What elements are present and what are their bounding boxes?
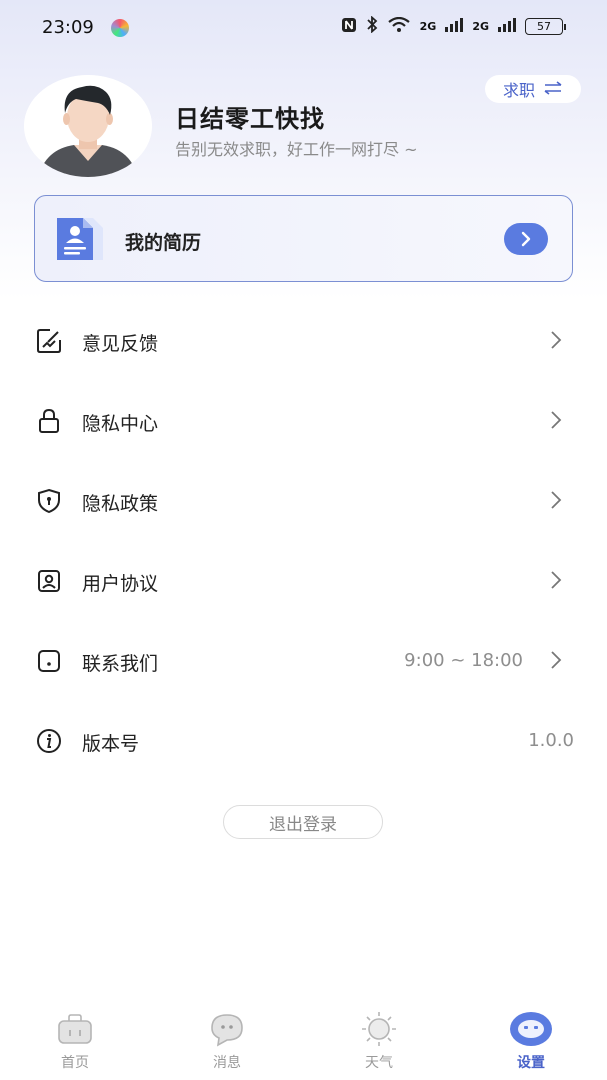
feedback-icon bbox=[36, 328, 62, 354]
shield-icon bbox=[36, 488, 62, 514]
settings-menu: 意见反馈 隐私中心 隐私政策 用户协议 联系我们 9:00 ~ 18:00 版本… bbox=[0, 300, 607, 780]
swap-icon bbox=[543, 80, 563, 99]
notification-app-icon bbox=[111, 19, 129, 37]
bluetooth-icon bbox=[366, 15, 378, 37]
chevron-right-icon bbox=[546, 489, 566, 511]
message-icon bbox=[208, 1010, 246, 1048]
resume-go-button[interactable] bbox=[504, 223, 548, 255]
settings-face-icon bbox=[510, 1010, 552, 1048]
menu-item-user-agreement[interactable]: 用户协议 bbox=[0, 540, 607, 620]
menu-label: 隐私中心 bbox=[82, 413, 159, 435]
home-briefcase-icon bbox=[56, 1010, 94, 1048]
chevron-right-icon bbox=[546, 409, 566, 431]
chevron-right-icon bbox=[546, 569, 566, 591]
avatar[interactable] bbox=[24, 75, 152, 177]
version-number: 1.0.0 bbox=[528, 730, 574, 751]
menu-label: 隐私政策 bbox=[82, 493, 159, 515]
bottom-tab-bar: 首页 消息 天气 设置 bbox=[0, 1000, 607, 1080]
user-card-icon bbox=[36, 568, 62, 594]
wifi-icon bbox=[387, 16, 411, 37]
status-time: 23:09 bbox=[42, 17, 94, 38]
menu-item-version: 版本号 1.0.0 bbox=[0, 700, 607, 780]
logout-button[interactable]: 退出登录 bbox=[223, 805, 383, 839]
tab-label: 首页 bbox=[61, 1055, 89, 1071]
profile-header: 日结零工快找 告别无效求职，好工作一网打尽 ~ 求职 bbox=[0, 56, 607, 186]
battery-indicator: 57 bbox=[525, 18, 566, 35]
chevron-right-icon bbox=[546, 329, 566, 351]
chevron-right-icon bbox=[546, 649, 566, 671]
my-resume-card[interactable]: 我的简历 bbox=[34, 195, 573, 282]
tab-home[interactable]: 首页 bbox=[15, 1000, 135, 1080]
app-name: 日结零工快找 bbox=[175, 105, 325, 133]
menu-item-privacy-center[interactable]: 隐私中心 bbox=[0, 380, 607, 460]
menu-item-contact-us[interactable]: 联系我们 9:00 ~ 18:00 bbox=[0, 620, 607, 700]
signal-icon bbox=[498, 17, 516, 36]
tab-settings[interactable]: 设置 bbox=[471, 1000, 591, 1080]
tab-label: 设置 bbox=[517, 1055, 545, 1071]
network-type-1: 2G bbox=[419, 20, 437, 33]
app-slogan: 告别无效求职，好工作一网打尽 ~ bbox=[175, 140, 418, 159]
tab-label: 天气 bbox=[365, 1055, 393, 1071]
job-mode-switch-button[interactable]: 求职 bbox=[485, 75, 581, 103]
resume-label: 我的简历 bbox=[125, 232, 202, 254]
menu-label: 用户协议 bbox=[82, 573, 159, 595]
status-icons: 2G 2G 57 bbox=[341, 15, 566, 37]
tab-label: 消息 bbox=[213, 1055, 241, 1071]
menu-label: 版本号 bbox=[82, 733, 140, 755]
menu-label: 联系我们 bbox=[82, 653, 159, 675]
menu-item-feedback[interactable]: 意见反馈 bbox=[0, 300, 607, 380]
menu-item-privacy-policy[interactable]: 隐私政策 bbox=[0, 460, 607, 540]
resume-doc-icon bbox=[57, 218, 109, 266]
lock-icon bbox=[36, 408, 62, 434]
contact-icon bbox=[36, 648, 62, 674]
info-icon bbox=[36, 728, 62, 754]
signal-icon bbox=[445, 17, 464, 36]
menu-label: 意见反馈 bbox=[82, 333, 159, 355]
service-hours: 9:00 ~ 18:00 bbox=[404, 650, 523, 671]
tab-weather[interactable]: 天气 bbox=[319, 1000, 439, 1080]
tab-messages[interactable]: 消息 bbox=[167, 1000, 287, 1080]
mode-label: 求职 bbox=[502, 81, 535, 100]
sun-icon bbox=[360, 1010, 398, 1048]
network-type-2: 2G bbox=[472, 20, 489, 33]
nfc-icon bbox=[341, 17, 357, 37]
status-bar: 23:09 2G 2G 57 bbox=[0, 0, 607, 56]
